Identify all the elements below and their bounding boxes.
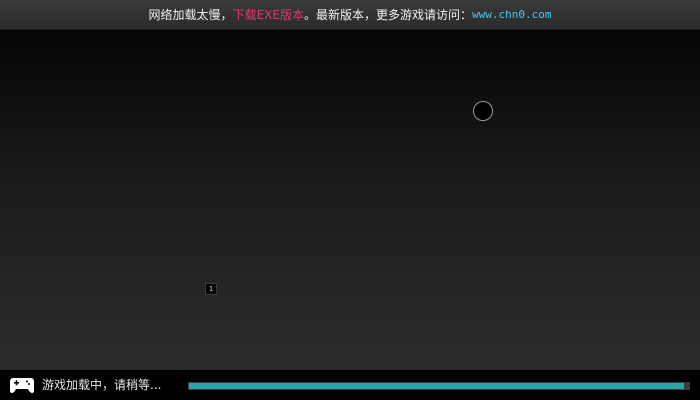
site-link[interactable]: www.chn0.com [472, 8, 551, 21]
progress-fill [189, 383, 684, 389]
notice-bar: 网络加载太慢， 下载EXE版本 。最新版本，更多游戏请访问： www.chn0.… [0, 0, 700, 30]
notice-prefix: 网络加载太慢， [148, 8, 233, 22]
gamepad-icon [10, 378, 34, 393]
loading-bar: 游戏加载中，请稍等... [0, 370, 700, 400]
progress-track [188, 382, 690, 390]
notice-middle: 。最新版本，更多游戏请访问： [303, 8, 472, 22]
loading-text: 游戏加载中，请稍等... [42, 378, 162, 392]
circle-marker [473, 101, 493, 121]
download-exe-link[interactable]: 下载EXE版本 [233, 6, 304, 23]
number-badge: 1 [205, 283, 217, 295]
game-canvas[interactable]: 1 [0, 30, 700, 370]
